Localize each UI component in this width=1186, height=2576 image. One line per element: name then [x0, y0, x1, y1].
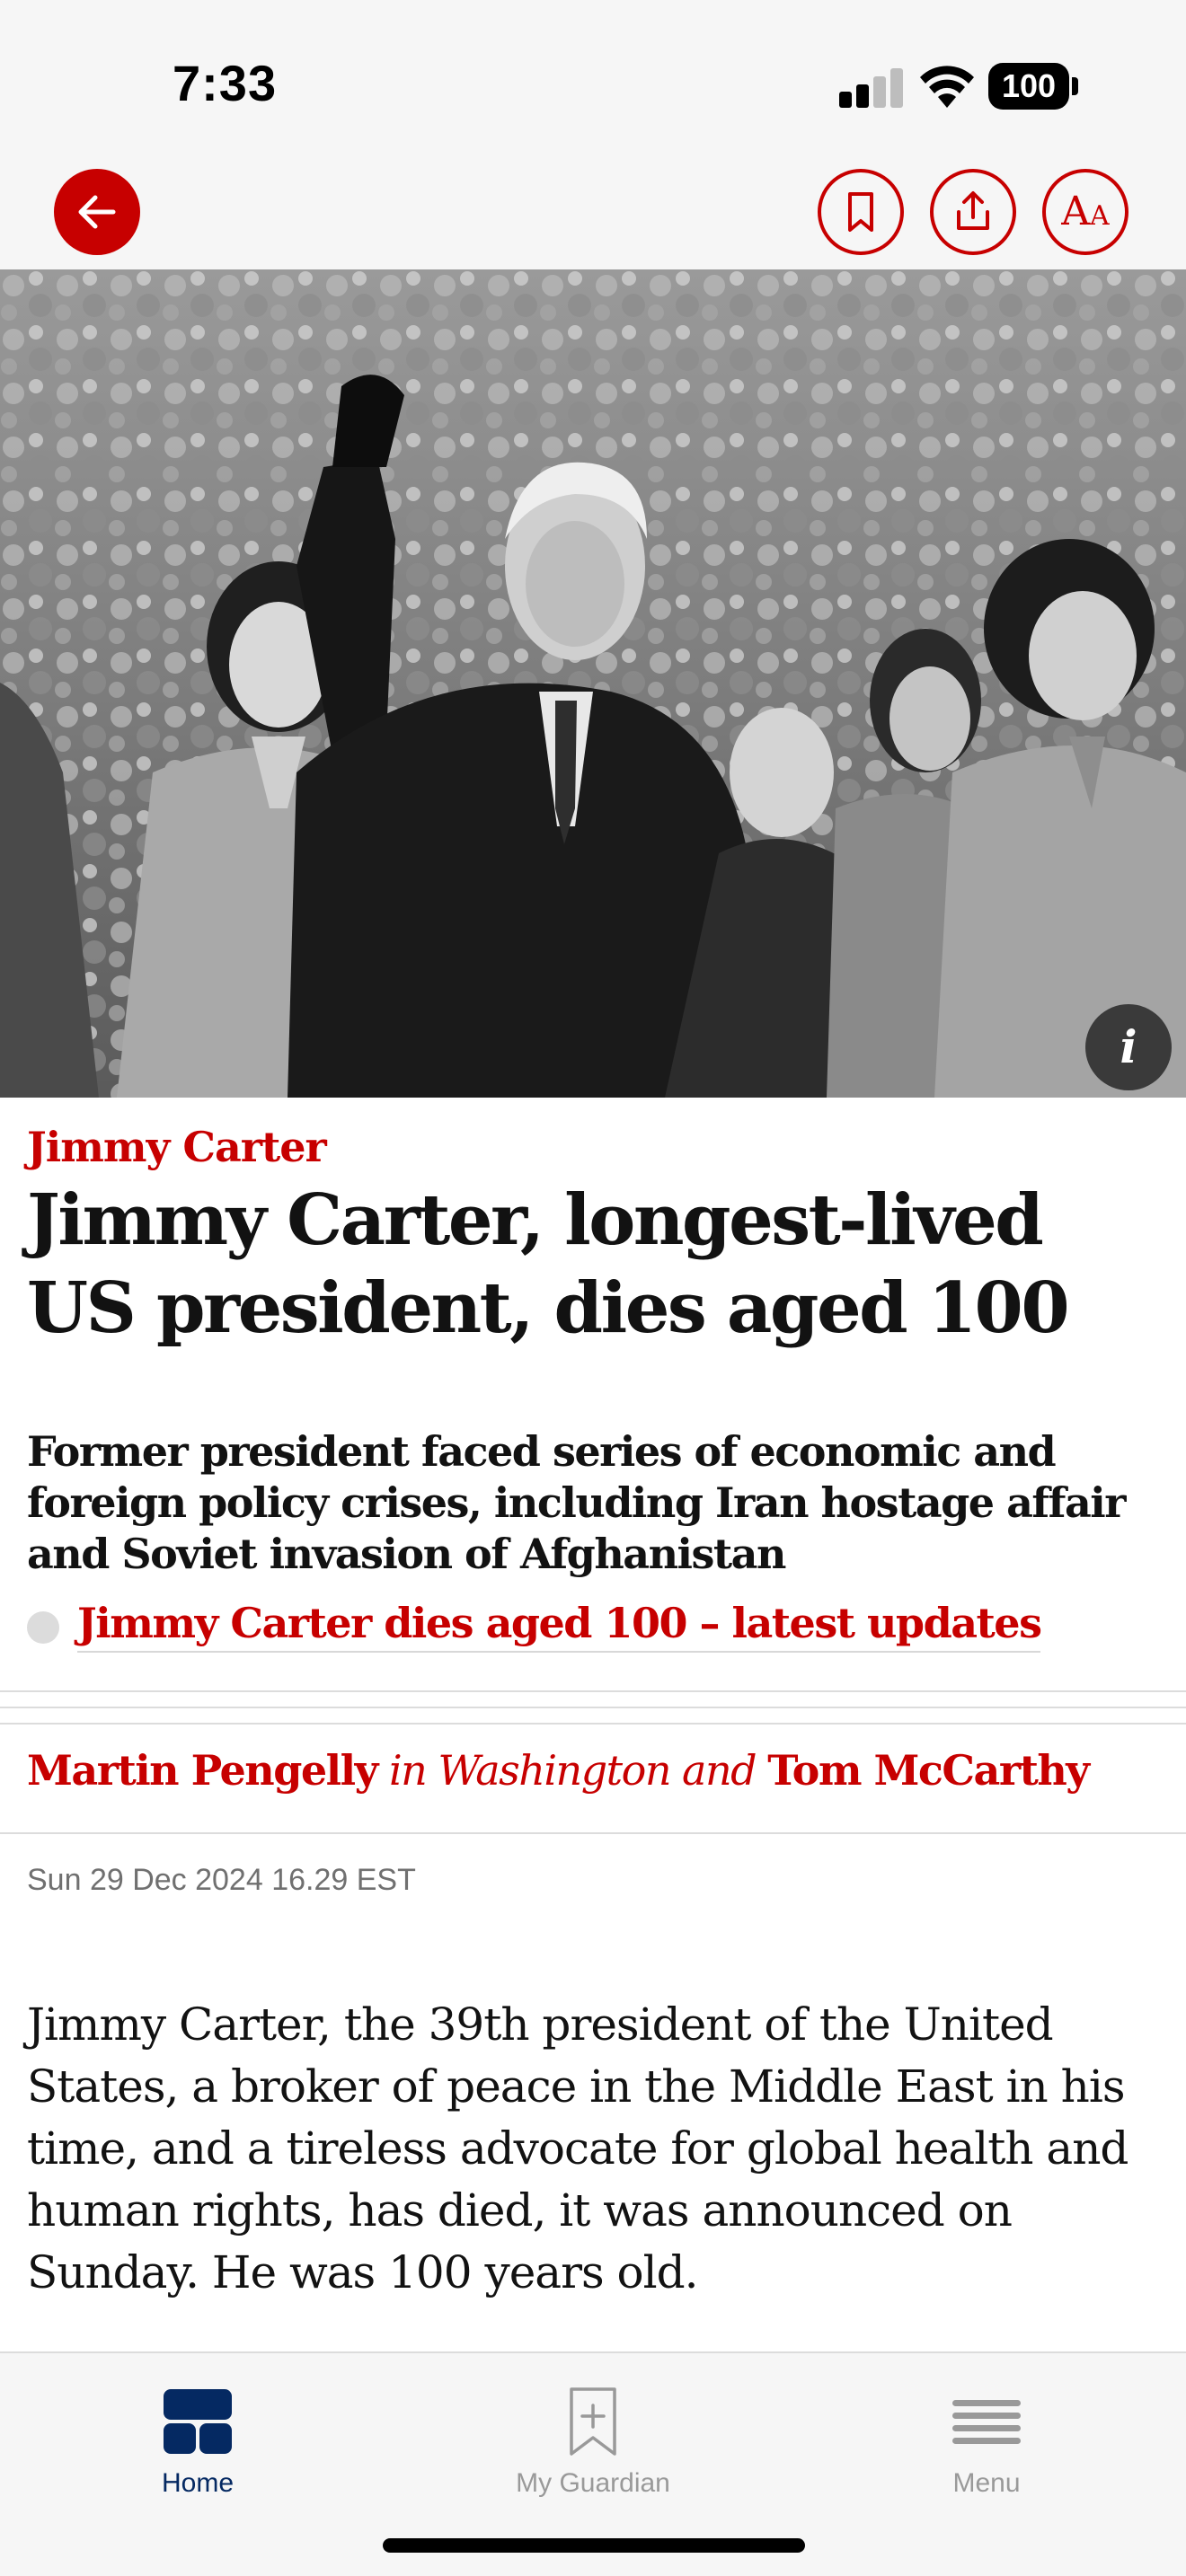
article-dateline: Sun 29 Dec 2024 16.29 EST	[27, 1863, 416, 1897]
tab-my-guardian[interactable]: My Guardian	[458, 2371, 728, 2506]
tab-menu-label: Menu	[952, 2468, 1021, 2498]
divider	[0, 1832, 1186, 1834]
back-button[interactable]	[54, 169, 140, 255]
arrow-left-icon	[78, 195, 116, 229]
tab-my-guardian-label: My Guardian	[516, 2468, 670, 2498]
article-headline: Jimmy Carter, longest-lived US president…	[27, 1179, 1070, 1349]
live-updates-link[interactable]: Jimmy Carter dies aged 100 – latest upda…	[77, 1599, 1042, 1653]
tab-home-label: Home	[161, 2468, 235, 2498]
status-time: 7:33	[173, 55, 278, 111]
byline-location: in Washington and	[376, 1746, 768, 1795]
bookmark-button[interactable]	[818, 169, 904, 255]
article-toolbar: AA	[0, 162, 1186, 269]
article-body-next-paragraph	[27, 2330, 1159, 2351]
article-kicker[interactable]: Jimmy Carter	[27, 1123, 327, 1171]
battery-level: 100	[988, 63, 1069, 110]
bookmark-icon	[848, 192, 873, 232]
divider	[0, 1723, 1186, 1725]
home-indicator[interactable]	[383, 2538, 805, 2553]
photo-info-button[interactable]: i	[1085, 1004, 1172, 1090]
author-link[interactable]: Tom McCarthy	[767, 1746, 1090, 1795]
status-bar: 7:33 100	[0, 0, 1186, 162]
wifi-icon	[920, 66, 974, 108]
battery-icon: 100	[988, 63, 1078, 110]
tab-home[interactable]: Home	[63, 2371, 332, 2506]
home-grid-icon	[164, 2389, 232, 2454]
article-body-paragraph: Jimmy Carter, the 39th president of the …	[27, 1998, 1128, 2298]
divider	[0, 1690, 1186, 1692]
bookmark-plus-icon	[570, 2387, 616, 2456]
hero-photo	[0, 269, 1186, 1098]
tab-menu[interactable]: Menu	[852, 2371, 1121, 2506]
hero-photo-illustration	[0, 269, 1186, 1098]
author-link[interactable]: Martin Pengelly	[27, 1746, 378, 1795]
text-size-button[interactable]: AA	[1042, 169, 1128, 255]
live-updates-link-row: Jimmy Carter dies aged 100 – latest upda…	[27, 1599, 1168, 1662]
text-size-icon: AA	[1061, 189, 1110, 234]
menu-lines-icon	[952, 2400, 1021, 2444]
cellular-signal-icon	[839, 66, 903, 108]
share-button[interactable]	[930, 169, 1016, 255]
divider	[0, 1707, 1186, 1708]
share-icon	[957, 191, 989, 230]
article-byline: Martin Pengelly in Washington and Tom Mc…	[27, 1746, 1090, 1795]
live-indicator-dot-icon	[27, 1611, 59, 1644]
article-standfirst: Former president faced series of economi…	[27, 1427, 1126, 1578]
